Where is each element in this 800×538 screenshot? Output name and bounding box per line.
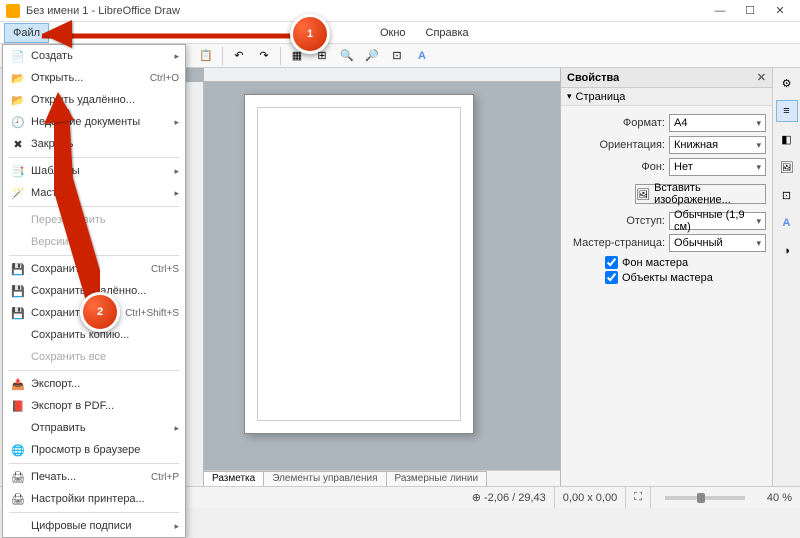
minimize-button[interactable]: — [706, 1, 734, 21]
sidepanel-section-page[interactable]: ▾ Страница [561, 88, 772, 106]
callout-1: 1 [290, 14, 330, 54]
menu-file[interactable]: Файл [4, 23, 49, 43]
find-icon[interactable]: 🔍 [336, 46, 358, 66]
tab-layout[interactable]: Разметка [203, 471, 264, 486]
triangle-icon: ▾ [567, 91, 572, 102]
master-label: Мастер-страница: [567, 237, 665, 249]
sidepanel-title: Свойства ✕ [561, 68, 772, 88]
properties-icon[interactable]: ≡ [776, 100, 798, 122]
canvas[interactable] [204, 82, 546, 456]
orient-combo[interactable]: Книжная▾ [669, 136, 766, 154]
menu-window[interactable]: Окно [372, 24, 414, 42]
paste-icon[interactable]: 📋 [195, 46, 217, 66]
undo-icon[interactable]: ↶ [228, 46, 250, 66]
menu-open-remote[interactable]: 📂Открыть удалённо... [3, 89, 185, 111]
menu-preview[interactable]: 🌐Просмотр в браузере [3, 439, 185, 461]
callout-2: 2 [80, 292, 120, 332]
navigator-icon[interactable]: ⊡ [386, 46, 408, 66]
chk-master-bg-label: Фон мастера [622, 257, 688, 269]
side-panel: Свойства ✕ ▾ Страница Формат: A4▾ Ориент… [560, 68, 772, 486]
menubar: Файл П… Окно Справка [0, 22, 800, 44]
tab-controls[interactable]: Элементы управления [263, 471, 386, 486]
menu-masters[interactable]: 🪄Мастера▸ [3, 182, 185, 204]
redo-icon[interactable]: ↷ [253, 46, 275, 66]
styles-icon[interactable]: ◑ [776, 240, 798, 262]
menu-export-pdf[interactable]: 📕Экспорт в PDF... [3, 395, 185, 417]
menu-create[interactable]: 📄Создать▸ [3, 45, 185, 67]
settings-icon[interactable]: ⚙ [776, 72, 798, 94]
titlebar: Без имени 1 - LibreOffice Draw — ☐ ✕ [0, 0, 800, 22]
menu-close[interactable]: ✖Закрыть [3, 133, 185, 155]
navigator2-icon[interactable]: ⊡ [776, 184, 798, 206]
bg-combo[interactable]: Нет▾ [669, 158, 766, 176]
chk-master-obj-label: Объекты мастера [622, 272, 713, 284]
chk-master-bg[interactable] [605, 256, 618, 269]
status-coords: ⊕ -2,06 / 29,43 [464, 487, 555, 508]
gallery-icon[interactable]: 🖼 [776, 156, 798, 178]
layer-tabbar: Разметка Элементы управления Размерные л… [204, 470, 560, 486]
menu-versions: Версии... [3, 231, 185, 253]
fontwork-strip-icon[interactable]: A [776, 212, 798, 234]
sidepanel-close-icon[interactable]: ✕ [757, 71, 766, 84]
menu-save-all: Сохранить все [3, 346, 185, 368]
insert-image-button[interactable]: 🖼 Вставить изображение... [635, 184, 766, 204]
menu-signatures[interactable]: Цифровые подписи▸ [3, 515, 185, 537]
maximize-button[interactable]: ☐ [736, 1, 764, 21]
file-menu: 📄Создать▸ 📂Открыть...Ctrl+O 📂Открыть уда… [2, 44, 186, 538]
bg-label: Фон: [567, 161, 665, 173]
menu-wizards[interactable]: 📑Шаблоны▸ [3, 160, 185, 182]
ruler-horizontal [204, 68, 560, 82]
window-title: Без имени 1 - LibreOffice Draw [26, 5, 706, 17]
menu-print[interactable]: 🖨Печать...Ctrl+P [3, 466, 185, 488]
ruler-vertical [186, 82, 204, 486]
menu-help[interactable]: Справка [418, 24, 477, 42]
zoom-level[interactable]: 40 % [759, 487, 800, 508]
sidebar-iconstrip: ⚙ ≡ ◧ 🖼 ⊡ A ◑ [772, 68, 800, 486]
menu-reload: Перезагрузить [3, 209, 185, 231]
chk-master-obj[interactable] [605, 271, 618, 284]
menu-recent[interactable]: 🕘Недавние документы▸ [3, 111, 185, 133]
margin-label: Отступ: [567, 215, 665, 227]
shapes-icon[interactable]: ◧ [776, 128, 798, 150]
page[interactable] [244, 94, 474, 434]
menu-hidden: П… [53, 24, 88, 42]
menu-send[interactable]: Отправить▸ [3, 417, 185, 439]
menu-printer[interactable]: 🖨Настройки принтера... [3, 488, 185, 510]
zoom-fit-icon[interactable]: ⛶ [626, 487, 651, 508]
menu-save[interactable]: 💾СохранитьCtrl+S [3, 258, 185, 280]
app-icon [6, 4, 20, 18]
fontwork-icon[interactable]: A [411, 46, 433, 66]
section-label: Страница [576, 91, 626, 103]
zoom-slider[interactable] [665, 496, 745, 500]
menu-export[interactable]: 📤Экспорт... [3, 373, 185, 395]
sidepanel-title-label: Свойства [567, 72, 619, 84]
tab-dims[interactable]: Размерные линии [386, 471, 488, 486]
format-combo[interactable]: A4▾ [669, 114, 766, 132]
format-label: Формат: [567, 117, 665, 129]
close-button[interactable]: ✕ [766, 1, 794, 21]
zoom-icon[interactable]: 🔎 [361, 46, 383, 66]
work-area: Разметка Элементы управления Размерные л… [186, 68, 560, 486]
orient-label: Ориентация: [567, 139, 665, 151]
menu-open[interactable]: 📂Открыть...Ctrl+O [3, 67, 185, 89]
status-size: 0,00 x 0,00 [555, 487, 626, 508]
master-combo[interactable]: Обычный▾ [669, 234, 766, 252]
margin-combo[interactable]: Обычные (1,9 см)▾ [669, 212, 766, 230]
